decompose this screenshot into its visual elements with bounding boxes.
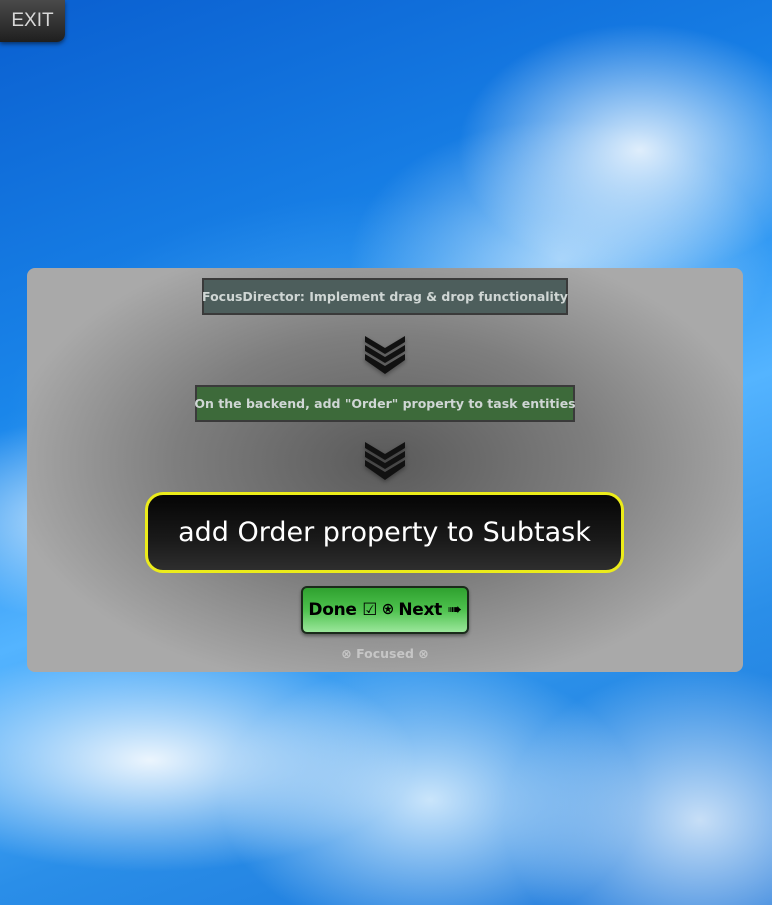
- done-next-button[interactable]: Done ☑ ⍟ Next ➠: [301, 586, 469, 634]
- goal-chip[interactable]: FocusDirector: Implement drag & drop fun…: [202, 278, 568, 315]
- triple-chevron-down-icon: [365, 442, 405, 480]
- parent-task-chip[interactable]: On the backend, add "Order" property to …: [194, 385, 576, 422]
- triple-chevron-down-icon: [365, 336, 405, 374]
- exit-button[interactable]: EXIT: [0, 0, 65, 42]
- focused-status[interactable]: ⊗ Focused ⊗: [341, 646, 428, 661]
- current-task[interactable]: add Order property to Subtask: [145, 492, 624, 573]
- focus-panel: FocusDirector: Implement drag & drop fun…: [27, 268, 743, 672]
